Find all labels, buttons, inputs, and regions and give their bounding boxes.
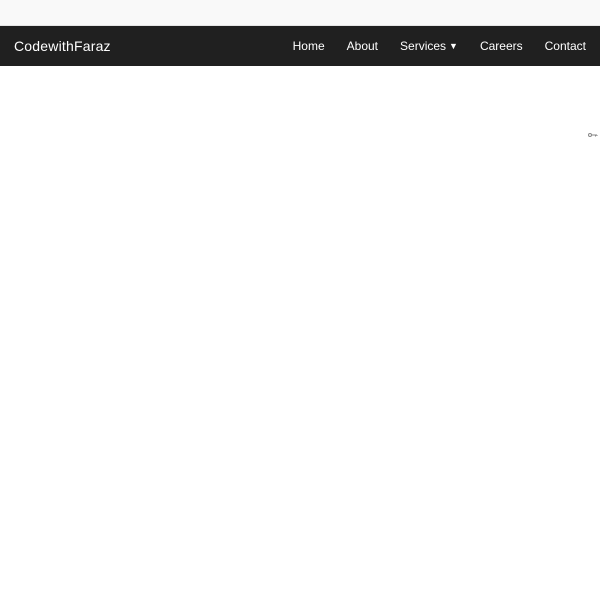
main-navbar: CodewithFaraz Home About Services ▼ Care… bbox=[0, 26, 600, 66]
main-content bbox=[0, 66, 600, 600]
browser-chrome-gap bbox=[0, 0, 600, 26]
nav-item-about[interactable]: About bbox=[347, 39, 378, 53]
nav-label: Contact bbox=[545, 39, 586, 53]
brand-logo[interactable]: CodewithFaraz bbox=[14, 38, 111, 54]
nav-item-services[interactable]: Services ▼ bbox=[400, 39, 458, 53]
nav-label: Services bbox=[400, 39, 446, 53]
key-icon bbox=[586, 128, 598, 140]
nav-item-careers[interactable]: Careers bbox=[480, 39, 523, 53]
nav-label: Careers bbox=[480, 39, 523, 53]
nav-links-container: Home About Services ▼ Careers Contact bbox=[293, 39, 586, 53]
chevron-down-icon: ▼ bbox=[449, 42, 458, 51]
nav-item-contact[interactable]: Contact bbox=[545, 39, 586, 53]
nav-item-home[interactable]: Home bbox=[293, 39, 325, 53]
nav-label: Home bbox=[293, 39, 325, 53]
nav-label: About bbox=[347, 39, 378, 53]
